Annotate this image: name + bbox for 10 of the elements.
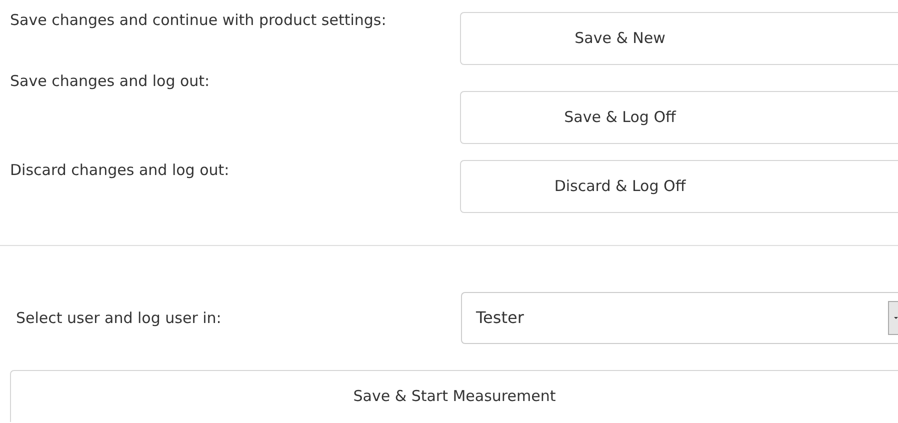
action-label: Discard changes and log out: xyxy=(10,160,230,181)
user-select[interactable]: Tester xyxy=(461,292,898,344)
action-button[interactable]: Save & New xyxy=(460,12,898,65)
action-label: Save changes and continue with product settings: xyxy=(10,10,388,31)
action-label: Save changes and log out: xyxy=(10,71,211,92)
action-button[interactable]: Discard & Log Off xyxy=(460,160,898,213)
start-measurement-button[interactable]: Save & Start Measurement xyxy=(10,370,898,422)
select-value: Tester xyxy=(476,307,524,329)
select-label: Select user and log user in: xyxy=(15,308,222,329)
action-button[interactable]: Save & Log Off xyxy=(460,91,898,144)
